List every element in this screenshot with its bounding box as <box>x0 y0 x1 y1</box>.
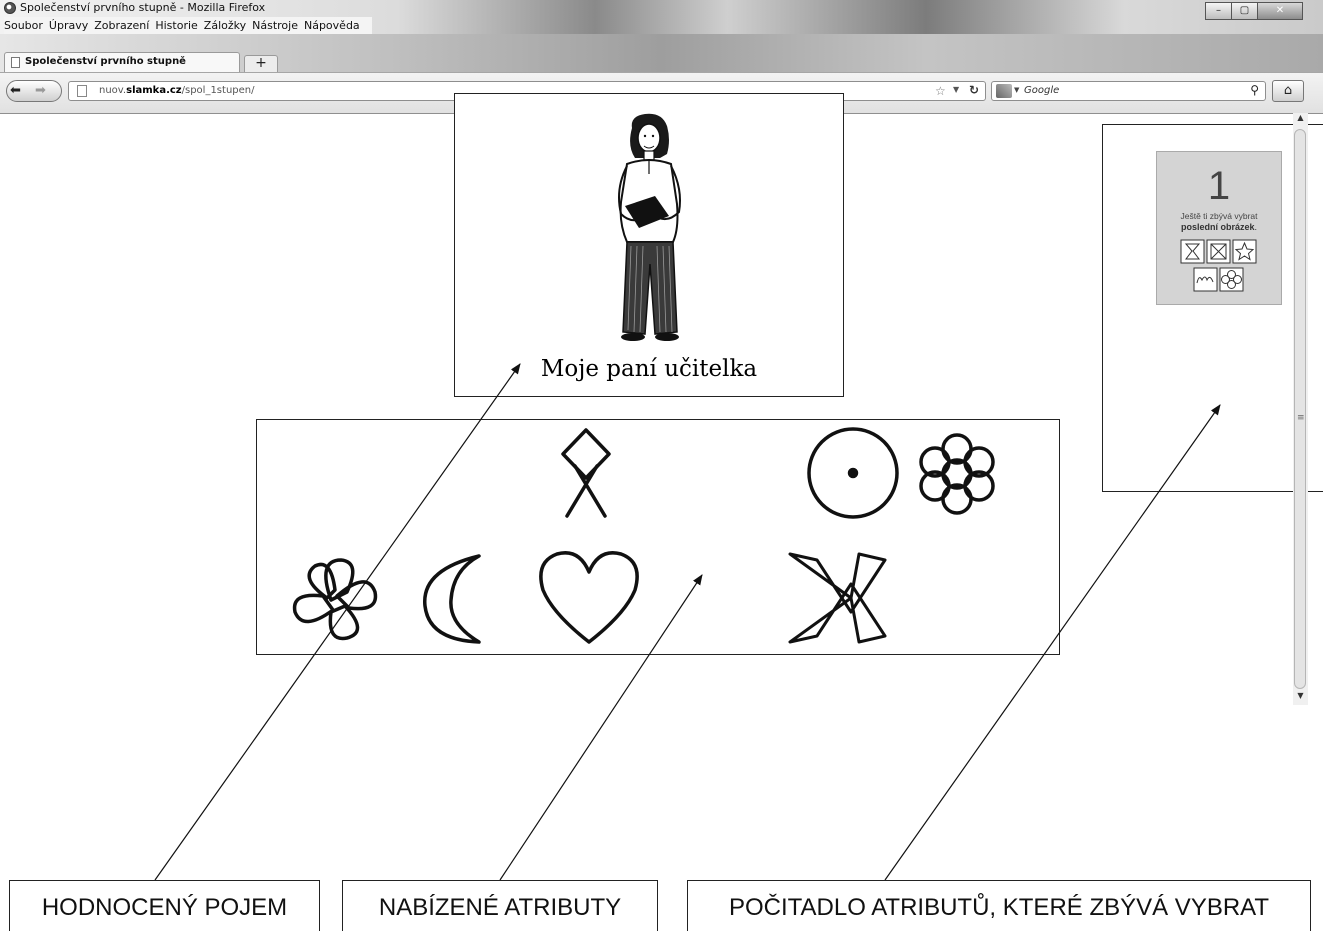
firefox-logo-icon <box>4 2 16 14</box>
menu-bar: Soubor Úpravy Zobrazení Historie Záložky… <box>4 17 372 34</box>
scroll-down-icon[interactable]: ▼ <box>1293 691 1308 705</box>
scroll-thumb[interactable]: ≡ <box>1294 129 1306 689</box>
callout-attributes: NABÍZENÉ ATRIBUTY <box>342 880 658 931</box>
magnifier-icon[interactable]: ⚲ <box>1250 83 1259 97</box>
back-forward-group: ⬅ ➡ <box>6 80 62 102</box>
menu-nastroje[interactable]: Nástroje <box>252 19 298 32</box>
search-bar[interactable]: ▼ Google ⚲ <box>991 81 1266 101</box>
menu-napoveda[interactable]: Nápověda <box>304 19 360 32</box>
star-icon[interactable]: ☆ <box>935 84 946 98</box>
knot-diamond-symbol[interactable] <box>561 428 611 518</box>
search-placeholder: Google <box>1024 85 1060 96</box>
grip-icon: ≡ <box>1297 413 1305 423</box>
new-tab-button[interactable]: + <box>244 55 278 72</box>
menu-soubor[interactable]: Soubor <box>4 19 43 32</box>
url-text[interactable]: nuov.slamka.cz/spol_1stupen/ <box>99 85 255 96</box>
chevron-down-icon[interactable]: ▼ <box>953 85 959 94</box>
menu-historie[interactable]: Historie <box>155 19 197 32</box>
callout-counter: POČITADLO ATRIBUTŮ, KTERÉ ZBÝVÁ VYBRAT <box>687 880 1311 931</box>
crossed-box-icon <box>1206 239 1231 264</box>
circle-dot-symbol[interactable] <box>807 427 899 519</box>
counter-card: 1 Ještě ti zbývá vybrat poslední obrázek… <box>1156 151 1282 305</box>
concept-card: Moje paní učitelka <box>454 93 844 397</box>
teacher-illustration <box>618 113 681 341</box>
window-controls: – ▢ ✕ <box>1205 2 1303 20</box>
flower-symbol[interactable] <box>919 433 995 515</box>
search-engine-icon[interactable] <box>996 84 1012 98</box>
page-icon <box>11 57 20 68</box>
concept-label: Moje paní učitelka <box>540 356 758 382</box>
reload-icon[interactable]: ↻ <box>969 83 979 97</box>
counter-text: Ještě ti zbývá vybrat <box>1180 211 1258 221</box>
clover-icon <box>1219 267 1244 292</box>
maximize-button[interactable]: ▢ <box>1231 2 1258 20</box>
forward-icon[interactable]: ➡ <box>35 81 46 101</box>
chevron-down-icon[interactable]: ▼ <box>1014 86 1019 94</box>
heart-symbol[interactable] <box>539 551 639 644</box>
x-cross-symbol[interactable] <box>788 552 887 644</box>
vertical-scrollbar[interactable]: ▲ ≡ ▼ <box>1293 113 1308 705</box>
crescent-moon-symbol[interactable] <box>423 554 481 644</box>
scroll-up-icon[interactable]: ▲ <box>1293 113 1308 127</box>
menu-zobrazeni[interactable]: Zobrazení <box>94 19 149 32</box>
window-title: Společenství prvního stupně - Mozilla Fi… <box>20 1 266 14</box>
back-icon[interactable]: ⬅ <box>10 81 21 101</box>
home-icon: ⌂ <box>1283 83 1293 98</box>
hourglass-icon <box>1180 239 1205 264</box>
close-button[interactable]: ✕ <box>1257 2 1303 20</box>
menu-upravy[interactable]: Úpravy <box>49 19 88 32</box>
minimize-button[interactable]: – <box>1205 2 1232 20</box>
attributes-panel <box>256 419 1060 655</box>
star-icon <box>1232 239 1257 264</box>
page-icon <box>77 85 87 97</box>
tab-active[interactable]: Společenství prvního stupně <box>4 52 240 72</box>
pinwheel-flower-symbol[interactable] <box>292 558 378 641</box>
wave-icon <box>1193 267 1218 292</box>
callout-concept: HODNOCENÝ POJEM <box>9 880 320 931</box>
remaining-count: 1 <box>1207 164 1231 208</box>
home-button[interactable]: ⌂ <box>1272 80 1304 102</box>
tab-label: Společenství prvního stupně <box>25 56 186 67</box>
counter-text-bold: poslední obrázek. <box>1180 222 1258 232</box>
menu-zalozky[interactable]: Záložky <box>204 19 246 32</box>
